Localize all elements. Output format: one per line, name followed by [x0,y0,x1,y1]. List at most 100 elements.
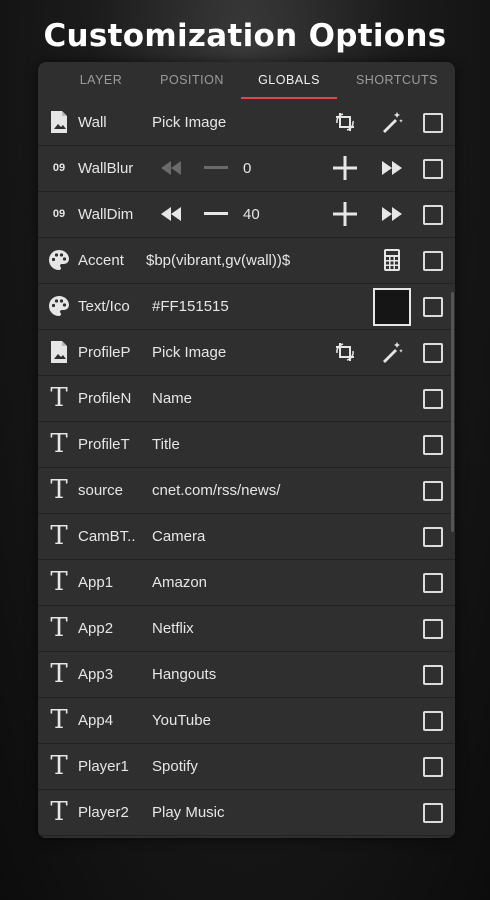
crop-rotate-icon[interactable] [331,108,359,136]
row-value[interactable]: Camera [152,514,205,559]
row-value[interactable]: Name [152,376,192,421]
rewind-icon[interactable] [157,200,185,228]
row-checkbox[interactable] [423,297,443,317]
crop-rotate-icon[interactable] [331,338,359,366]
row-label: Wall [78,114,107,131]
row-label: App1 [78,574,114,591]
row-checkbox[interactable] [423,757,443,777]
global-row-wallblur[interactable]: 09 WallBlur 0 [38,146,455,192]
row-checkbox[interactable] [423,481,443,501]
row-label: WallBlur [78,160,134,177]
palette-icon [46,247,72,273]
minus-icon[interactable] [202,154,230,182]
row-value[interactable]: #FF151515 [152,284,229,329]
magic-wand-icon[interactable] [378,108,406,136]
row-checkbox[interactable] [423,803,443,823]
global-row-profilet[interactable]: T ProfileT Title [38,422,455,468]
rewind-icon[interactable] [157,154,185,182]
global-row-cambt[interactable]: T CamBT.. Camera [38,514,455,560]
row-label: Text/Ico [78,298,130,315]
row-checkbox[interactable] [423,389,443,409]
color-swatch[interactable] [373,288,411,326]
row-label: ProfileP [78,344,131,361]
text-icon: T [50,475,68,505]
global-row-app1[interactable]: T App1 Amazon [38,560,455,606]
row-label: Accent [78,252,124,269]
number-icon: 09 [52,208,66,220]
text-icon: T [50,705,68,735]
tab-layer[interactable]: LAYER [60,62,142,98]
row-value[interactable]: cnet.com/rss/news/ [152,468,280,513]
tab-globals[interactable]: GLOBALS [241,62,337,99]
global-row-app2[interactable]: T App2 Netflix [38,606,455,652]
tab-position[interactable]: POSITION [151,62,233,98]
page-title: Customization Options [43,18,447,54]
global-row-wall[interactable]: Wall Pick Image [38,100,455,146]
global-row-app4[interactable]: T App4 YouTube [38,698,455,744]
text-icon: T [50,751,68,781]
tab-shortcuts[interactable]: SHORTCUTS [350,62,444,98]
global-row-accent[interactable]: Accent $bp(vibrant,gv(wall))$ [38,238,455,284]
row-label: CamBT.. [78,528,136,545]
row-label: Player1 [78,758,129,775]
number-icon: 09 [52,162,66,174]
text-icon: T [50,521,68,551]
global-row-text-ico[interactable]: Text/Ico #FF151515 [38,284,455,330]
row-value[interactable]: Pick Image [152,100,226,145]
row-value[interactable]: Play Music [152,790,225,835]
row-checkbox[interactable] [423,665,443,685]
magic-wand-icon[interactable] [378,338,406,366]
row-checkbox[interactable] [423,619,443,639]
global-row-player1[interactable]: T Player1 Spotify [38,744,455,790]
row-value[interactable]: $bp(vibrant,gv(wall))$ [146,238,290,283]
row-label: ProfileN [78,390,132,407]
global-row-app3[interactable]: T App3 Hangouts [38,652,455,698]
row-checkbox[interactable] [423,343,443,363]
text-icon: T [50,429,68,459]
global-row-walldim[interactable]: 09 WallDim 40 [38,192,455,238]
minus-icon[interactable] [202,200,230,228]
text-icon: T [50,383,68,413]
global-row-source[interactable]: T source cnet.com/rss/news/ [38,468,455,514]
row-label: App2 [78,620,114,637]
row-checkbox[interactable] [423,711,443,731]
row-value: 40 [243,206,260,223]
row-value[interactable]: Netflix [152,606,194,651]
global-row-player2[interactable]: T Player2 Play Music [38,790,455,836]
row-value[interactable]: YouTube [152,698,211,743]
scrollbar[interactable] [451,292,454,532]
row-label: WallDim [78,206,134,223]
row-value[interactable]: Amazon [152,560,207,605]
row-label: ProfileT [78,436,130,453]
text-icon: T [50,613,68,643]
global-row-profilen[interactable]: T ProfileN Name [38,376,455,422]
row-checkbox[interactable] [423,159,443,179]
row-label: App4 [78,712,114,729]
text-icon: T [50,659,68,689]
row-checkbox[interactable] [423,573,443,593]
row-checkbox[interactable] [423,251,443,271]
row-checkbox[interactable] [423,205,443,225]
row-checkbox[interactable] [423,527,443,547]
fast-forward-icon[interactable] [378,200,406,228]
plus-icon[interactable] [331,154,359,182]
row-label: source [78,482,124,499]
text-icon: T [50,797,68,827]
image-icon [46,339,72,365]
row-value: 0 [243,160,252,177]
fast-forward-icon[interactable] [378,154,406,182]
row-label: App3 [78,666,114,683]
image-icon [46,109,72,135]
row-checkbox[interactable] [423,113,443,133]
row-checkbox[interactable] [423,435,443,455]
calculator-icon[interactable] [378,246,406,274]
row-value[interactable]: Pick Image [152,330,226,375]
plus-icon[interactable] [331,200,359,228]
palette-icon [46,293,72,319]
row-value[interactable]: Hangouts [152,652,216,697]
tab-bar: LAYER POSITION GLOBALS SHORTCUTS [38,62,455,101]
row-value[interactable]: Title [152,422,180,467]
globals-panel: LAYER POSITION GLOBALS SHORTCUTS Wall Pi… [38,62,455,838]
row-value[interactable]: Spotify [152,744,198,789]
global-row-profilep[interactable]: ProfileP Pick Image [38,330,455,376]
